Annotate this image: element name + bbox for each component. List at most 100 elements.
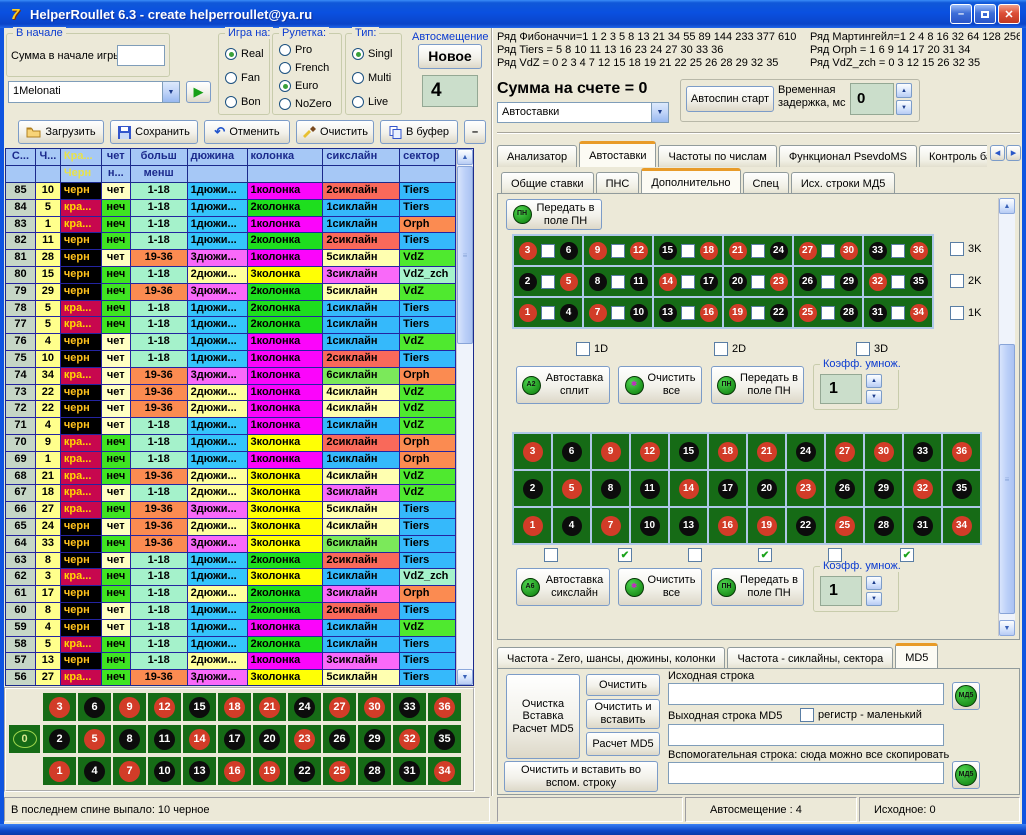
table-row[interactable]: 594чернчет1-181дюжи...1колонка1сиклайнVd… [6,620,456,637]
transfer-pn-top-button[interactable]: ПН Передать в поле ПН [506,199,602,230]
tab-частота-zero-шансы-дюжины-колонки[interactable]: Частота - Zero, шансы, дюжины, колонки [497,647,725,669]
number-cell-35[interactable]: 35 [428,725,461,753]
number-cell-25[interactable]: 25 [826,508,863,543]
number-cell-5[interactable]: 5 [553,471,590,506]
clear-all-split-button[interactable]: ✱ Очистить все [618,366,702,404]
split-cell-32-35[interactable]: 3235 [864,267,932,296]
number-cell-33[interactable]: 33 [904,434,941,469]
number-cell-30[interactable]: 30 [865,434,902,469]
number-cell-10[interactable]: 10 [148,757,181,785]
number-cell-27[interactable]: 27 [826,434,863,469]
tab-md5[interactable]: MD5 [895,643,938,669]
split-coef-spinner[interactable]: ▲ ▼ [866,374,882,404]
split-checkbox[interactable] [681,244,695,258]
chevron-down-icon[interactable]: ▼ [651,103,668,122]
table-row[interactable]: 7510чернчет1-181дюжи...1колонка2сиклайнT… [6,351,456,368]
tab-scroll-left-icon[interactable]: ◂ [990,145,1005,161]
md5-clear-paste-button[interactable]: Очистить и вставить [586,699,660,729]
play-button[interactable]: ▶ [186,81,211,103]
table-row[interactable]: 8128чернчет19-363дюжи...1колонка5сиклайн… [6,250,456,267]
md5-big-button[interactable]: Очистка Вставка Расчет MD5 [506,674,580,759]
number-cell-34[interactable]: 34 [428,757,461,785]
table-row[interactable]: 775кра...неч1-181дюжи...2колонка1сиклайн… [6,317,456,334]
register-checkbox[interactable] [800,708,814,722]
number-cell-10[interactable]: 10 [631,508,668,543]
checkbox[interactable] [576,342,590,356]
number-cell-17[interactable]: 17 [218,725,251,753]
split-cell-33-36[interactable]: 3336 [864,236,932,265]
scroll-up-icon[interactable]: ▲ [457,149,473,165]
table-row[interactable]: 6433черннеч19-363дюжи...3колонка6сиклайн… [6,536,456,553]
number-cell-36[interactable]: 36 [943,434,980,469]
md5-calc-button[interactable]: Расчет MD5 [586,732,660,756]
number-cell-12[interactable]: 12 [148,693,181,721]
number-cell-30[interactable]: 30 [358,693,391,721]
close-button[interactable]: ✕ [998,4,1020,24]
number-cell-8[interactable]: 8 [592,471,629,506]
number-cell-20[interactable]: 20 [253,725,286,753]
number-cell-11[interactable]: 11 [631,471,668,506]
split-checkbox[interactable] [821,306,835,320]
tab-функционал-psevdoms[interactable]: Функционал PsevdoMS [779,145,917,167]
number-cell-12[interactable]: 12 [631,434,668,469]
number-cell-31[interactable]: 31 [904,508,941,543]
autospin-start-button[interactable]: Автоспин старт [686,86,774,112]
split-checkbox[interactable] [821,275,835,289]
table-row[interactable]: 6117черннеч1-182дюжи...2колонка3сиклайнO… [6,586,456,603]
register-checkbox-row[interactable]: регистр - маленький [800,708,922,722]
table-row[interactable]: 7434кра...чет19-363дюжи...1колонка6сикла… [6,368,456,385]
scroll-track[interactable]: ≡ [999,214,1015,620]
spin-down-icon[interactable]: ▼ [896,100,912,115]
number-cell-26[interactable]: 26 [323,725,356,753]
number-cell-29[interactable]: 29 [358,725,391,753]
split-checkbox[interactable] [611,306,625,320]
number-cell-15[interactable]: 15 [183,693,216,721]
dozen-checkbox-2d[interactable]: 2D [714,342,746,356]
table-row[interactable]: 785кра...неч1-181дюжи...2колонка1сиклайн… [6,301,456,318]
split-cell-9-12[interactable]: 912 [584,236,652,265]
transfer-pn-split-button[interactable]: ПН Передать в поле ПН [711,366,804,404]
number-cell-28[interactable]: 28 [358,757,391,785]
number-cell-13[interactable]: 13 [183,757,216,785]
table-row[interactable]: 6627кра...неч19-363дюжи...3колонка5сикла… [6,502,456,519]
table-row[interactable]: 7322чернчет19-362дюжи...1колонка4сиклайн… [6,385,456,402]
clear-all-sixline-button[interactable]: ✱ Очистить все [618,568,702,606]
md5-calc-icon-button[interactable]: МД5 [952,682,980,710]
number-cell-19[interactable]: 19 [748,508,785,543]
number-cell-6[interactable]: 6 [553,434,590,469]
md5-clear-paste-aux-button[interactable]: Очистить и вставить во вспом. строку [504,761,658,792]
split-checkbox[interactable] [821,244,835,258]
clear-button[interactable]: Очистить [296,120,374,144]
table-row[interactable]: 8015черннеч1-182дюжи...3колонка3сиклайнV… [6,267,456,284]
number-cell-13[interactable]: 13 [670,508,707,543]
minimize-button[interactable]: – [950,4,972,24]
checkbox[interactable] [856,342,870,356]
table-row[interactable]: 831кра...неч1-181дюжи...1колонка1сиклайн… [6,217,456,234]
tab-контроль-банкрол[interactable]: Контроль банкрол [919,145,987,167]
number-cell-32[interactable]: 32 [393,725,426,753]
dozen-checkbox-3d[interactable]: 3D [856,342,888,356]
number-cell-2[interactable]: 2 [514,471,551,506]
number-cell-29[interactable]: 29 [865,471,902,506]
number-cell-25[interactable]: 25 [323,757,356,785]
tab-исх-строки-мд5[interactable]: Исх. строки МД5 [791,172,896,194]
md5-aux-icon-button[interactable]: МД5 [952,761,980,789]
split-cell-13-16[interactable]: 1316 [654,298,722,327]
split-cell-27-30[interactable]: 2730 [794,236,862,265]
tab-общие-ставки[interactable]: Общие ставки [501,172,594,194]
sixline-checkbox-5[interactable] [828,548,842,562]
number-cell-7[interactable]: 7 [592,508,629,543]
number-cell-3[interactable]: 3 [43,693,76,721]
number-cell-17[interactable]: 17 [709,471,746,506]
chevron-down-icon[interactable]: ▼ [162,82,179,102]
number-cell-11[interactable]: 11 [148,725,181,753]
radio-bon[interactable]: Bon [225,96,261,108]
tab-частота-сиклайны-сектора[interactable]: Частота - сиклайны, сектора [727,647,893,669]
radio-euro[interactable]: Euro [279,80,318,92]
number-cell-27[interactable]: 27 [323,693,356,721]
number-cell-19[interactable]: 19 [253,757,286,785]
table-row[interactable]: 5627кра...неч19-363дюжи...3колонка5сикла… [6,670,456,685]
buffer-button[interactable]: В буфер [380,120,458,144]
radio-live[interactable]: Live [352,96,388,108]
split-checkbox[interactable] [611,275,625,289]
